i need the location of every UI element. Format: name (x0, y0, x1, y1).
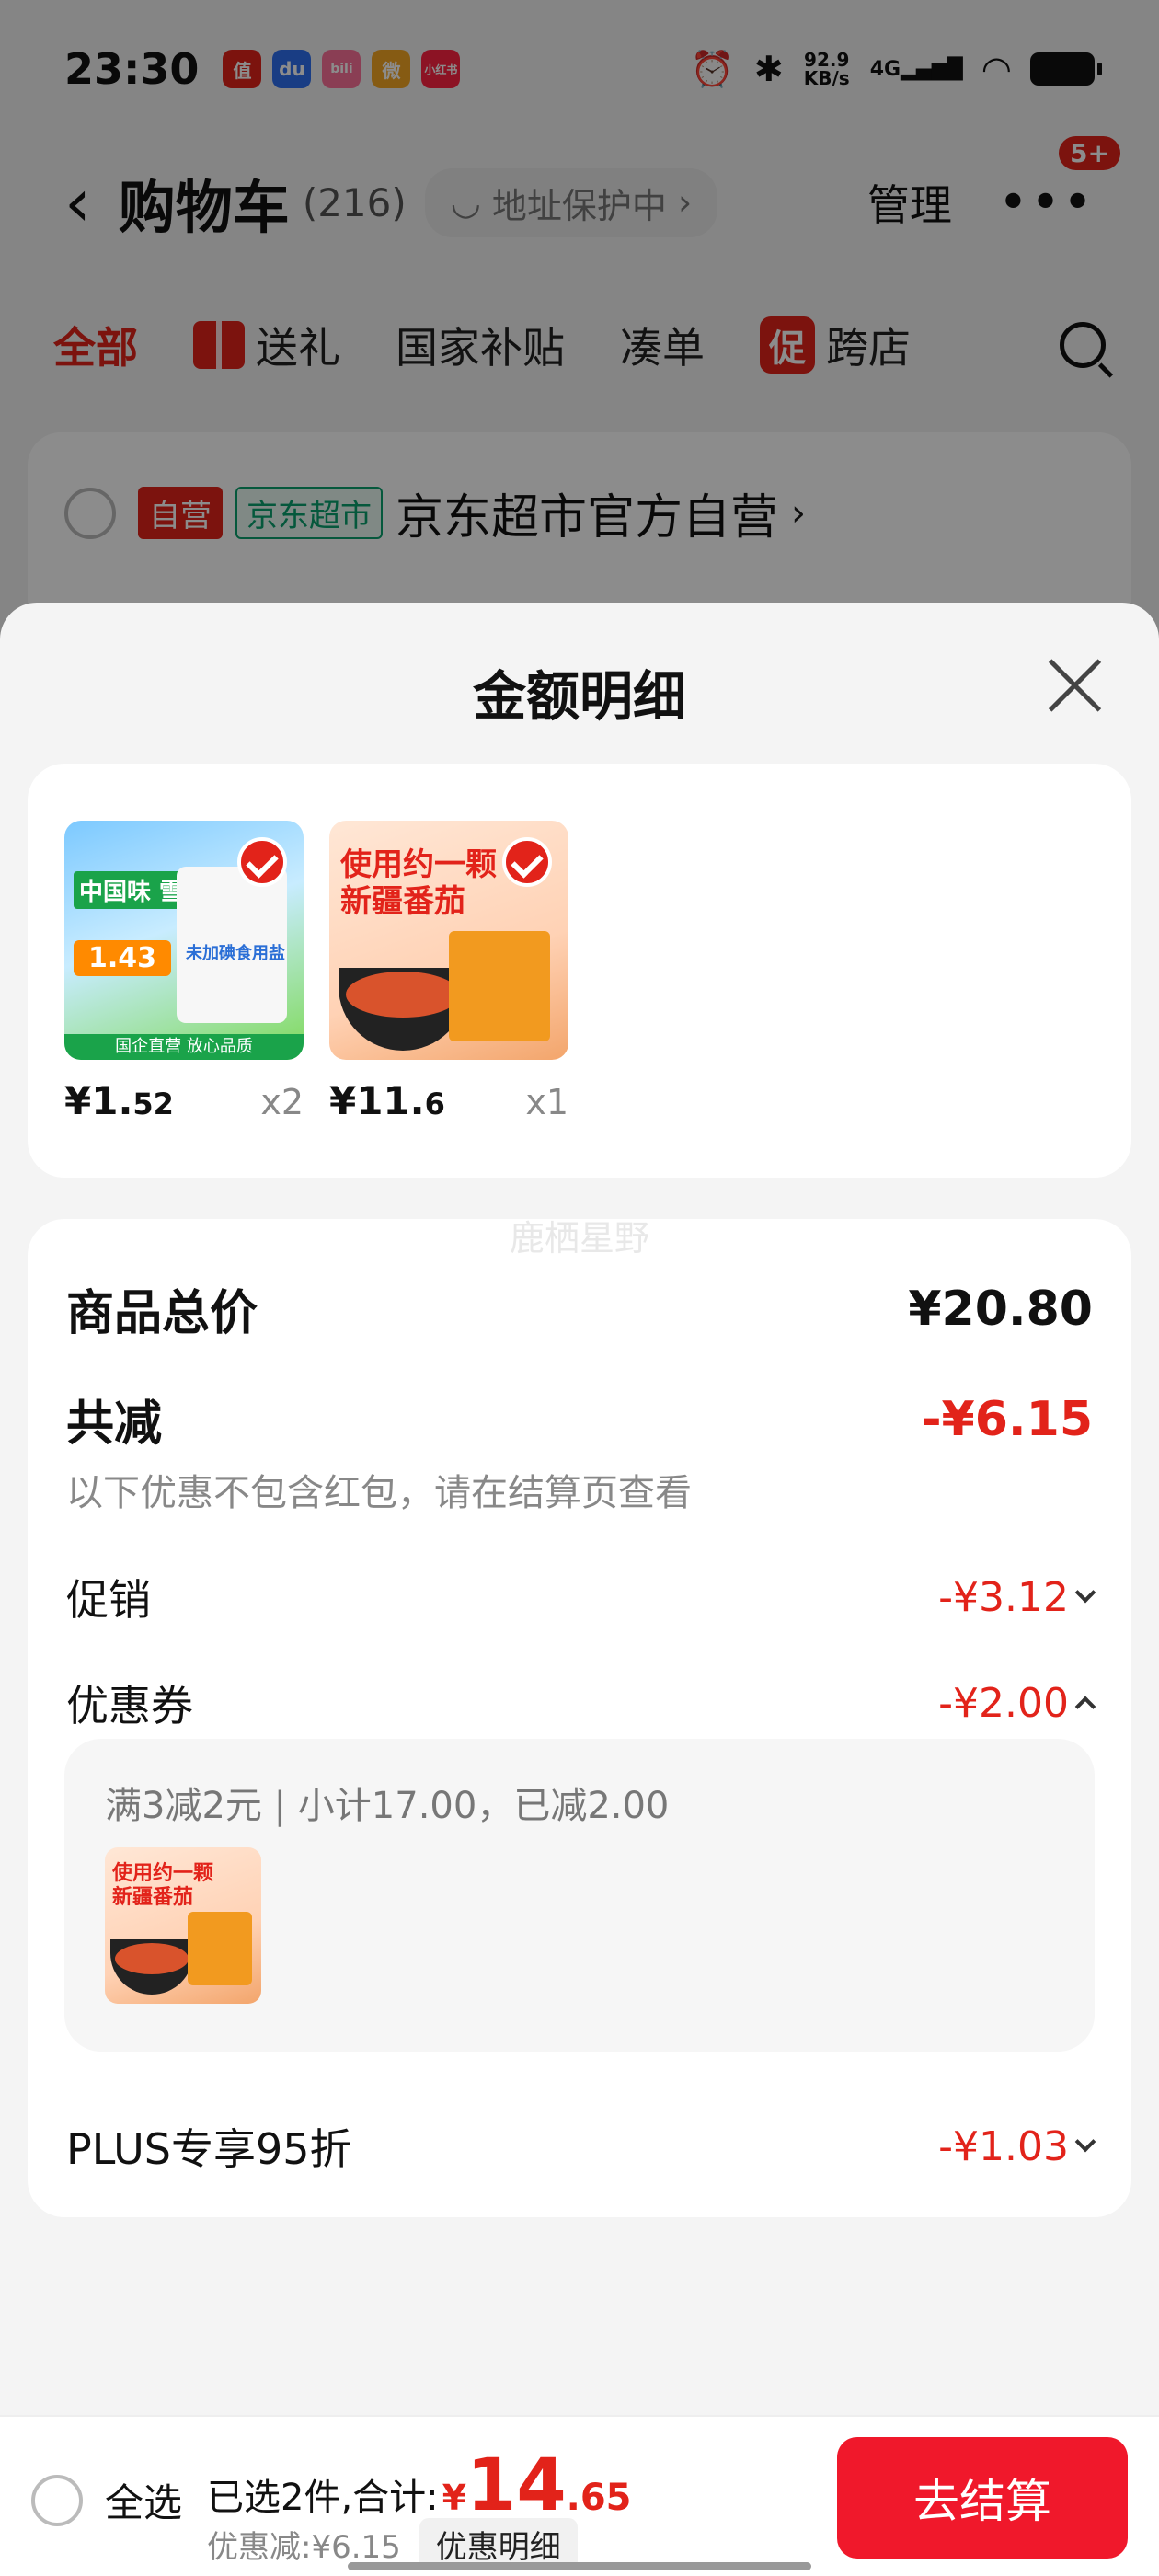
coupon-value: -¥2.00 (938, 1679, 1069, 1727)
checkout-bar: 全选 已选2件,合计: ¥ 14 .65 优惠减:¥6.15 优惠明细 去结算 (0, 2415, 1159, 2576)
promotion-value: -¥3.12 (938, 1573, 1069, 1621)
home-indicator[interactable] (348, 2562, 811, 2570)
thumb-headline-line1: 使用约一颗 (112, 1862, 214, 1885)
thumb-headline-line2: 新疆番茄 (112, 1886, 194, 1909)
promotion-row[interactable]: 促销 -¥3.12 (66, 1567, 1096, 1627)
selected-check-icon (502, 837, 552, 887)
promotion-value-wrap: -¥3.12 (938, 1573, 1096, 1621)
salt-bag-graphic: 未加碘食用盐 (177, 867, 287, 1023)
product-item[interactable]: 中国味 雪天盐 1.43 未加碘食用盐 国企直营 放心品质 ¥1.52 x2 (64, 821, 304, 1123)
sheet-title: 金额明细 (472, 665, 686, 728)
product-price-row: ¥11.6 x1 (329, 1078, 568, 1123)
total-price-label: 商品总价 (66, 1286, 258, 1341)
product-price-int: ¥11. (329, 1078, 425, 1123)
product-price-dec: 6 (424, 1087, 445, 1121)
select-all-label: 全选 (105, 2480, 183, 2525)
coupon-product-thumbnail[interactable]: 使用约一颗 新疆番茄 (105, 1847, 261, 2004)
product-qty: x2 (260, 1082, 304, 1122)
noodle-pack-graphic (188, 1912, 252, 1985)
plus-discount-row[interactable]: PLUS专享95折 -¥1.03 (66, 2116, 1096, 2177)
total-amount-int: 14 (466, 2444, 567, 2527)
product-qty: x1 (525, 1082, 568, 1122)
selected-check-icon (237, 837, 287, 887)
total-reduction-label: 共减 (66, 1397, 163, 1452)
currency-symbol: ¥ (442, 2478, 467, 2518)
discount-amount: 优惠减:¥6.15 (207, 2529, 401, 2566)
product-item[interactable]: 使用约一颗 新疆番茄 ¥11.6 x1 (329, 821, 568, 1123)
coupon-detail-box: 满3减2元 | 小计17.00，已减2.00 使用约一颗 新疆番茄 (64, 1739, 1095, 2052)
total-price-value: ¥20.80 (908, 1281, 1093, 1337)
noodle-headline-line2: 新疆番茄 (340, 883, 465, 920)
product-image-salt[interactable]: 中国味 雪天盐 1.43 未加碘食用盐 国企直营 放心品质 (64, 821, 304, 1060)
coupon-value-wrap: -¥2.00 (938, 1679, 1096, 1727)
reduction-note: 以下优惠不包含红包，请在结算页查看 (66, 1472, 692, 1514)
total-amount-dec: .65 (566, 2477, 632, 2519)
chevron-down-icon[interactable] (1074, 1581, 1096, 1604)
plus-discount-label: PLUS专享95折 (66, 2124, 352, 2174)
noodle-bowl-graphic (110, 1939, 193, 1995)
select-all-toggle[interactable]: 全选 (31, 2472, 182, 2528)
total-price-row: 商品总价 ¥20.80 (66, 1274, 1093, 1343)
checkout-button[interactable]: 去结算 (837, 2437, 1128, 2559)
salt-image-price: 1.43 (74, 940, 172, 976)
product-image-noodle[interactable]: 使用约一颗 新疆番茄 (329, 821, 568, 1060)
chevron-up-icon[interactable] (1074, 1696, 1096, 1718)
plus-discount-value: -¥1.03 (938, 2122, 1069, 2170)
noodle-pack-graphic (449, 931, 550, 1041)
total-reduction-row: 共减 -¥6.15 (66, 1385, 1093, 1454)
promotion-label: 促销 (66, 1575, 151, 1625)
watermark: 鹿栖星野 (509, 1218, 649, 1259)
amount-detail-sheet: 金额明细 中国味 雪天盐 1.43 未加碘食用盐 国企直营 放心品质 ¥1.52… (0, 603, 1159, 2576)
noodle-headline-line1: 使用约一颗 (340, 846, 497, 883)
price-breakdown-card: 商品总价 ¥20.80 共减 -¥6.15 以下优惠不包含红包，请在结算页查看 … (28, 1219, 1131, 2217)
selected-total: 已选2件,合计: ¥ 14 .65 (207, 2444, 632, 2527)
plus-discount-value-wrap: -¥1.03 (938, 2122, 1096, 2170)
product-price-int: ¥1. (64, 1078, 133, 1123)
thumb-headline: 使用约一颗 新疆番茄 (112, 1862, 213, 1910)
selected-total-label: 已选2件,合计: (207, 2477, 439, 2519)
noodle-bowl-graphic (339, 968, 467, 1051)
noodle-image-headline: 使用约一颗 新疆番茄 (340, 846, 497, 920)
coupon-label: 优惠券 (66, 1681, 193, 1731)
select-all-radio[interactable] (31, 2474, 83, 2526)
coupon-detail-text: 满3减2元 | 小计17.00，已减2.00 (105, 1785, 670, 1827)
close-icon[interactable] (1045, 656, 1104, 715)
selected-products-card: 中国味 雪天盐 1.43 未加碘食用盐 国企直营 放心品质 ¥1.52 x2 使… (28, 764, 1131, 1178)
chevron-down-icon[interactable] (1074, 2131, 1096, 2153)
coupon-row[interactable]: 优惠券 -¥2.00 (66, 1673, 1096, 1733)
salt-bag-label: 未加碘食用盐 (186, 944, 285, 963)
product-price-row: ¥1.52 x2 (64, 1078, 304, 1123)
salt-image-footer: 国企直营 放心品质 (64, 1034, 304, 1060)
product-price-dec: 52 (132, 1087, 174, 1121)
total-reduction-value: -¥6.15 (921, 1391, 1093, 1447)
